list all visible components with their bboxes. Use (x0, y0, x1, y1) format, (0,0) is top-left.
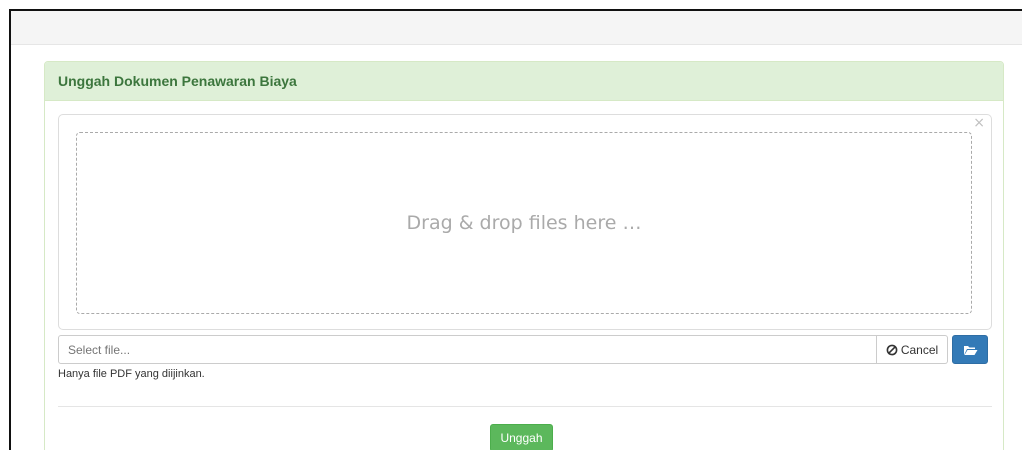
top-bar (11, 11, 1022, 45)
panel-title: Unggah Dokumen Penawaran Biaya (58, 73, 297, 89)
cancel-button-label: Cancel (900, 342, 939, 357)
divider (58, 406, 992, 407)
ban-icon (886, 344, 898, 355)
folder-open-icon (963, 345, 977, 355)
file-input-group: Cancel (58, 335, 988, 364)
browse-button[interactable] (952, 335, 988, 364)
upload-panel: Unggah Dokumen Penawaran Biaya × Drag & … (44, 61, 1004, 450)
upload-submit-button[interactable]: Unggah (490, 424, 553, 450)
frame-border-top (9, 9, 1022, 11)
frame-border-left (9, 9, 11, 450)
drop-zone-text: Drag & drop files here … (406, 212, 642, 234)
panel-heading: Unggah Dokumen Penawaran Biaya (45, 62, 1003, 101)
close-icon[interactable]: × (973, 116, 985, 130)
drop-zone[interactable]: Drag & drop files here … (76, 132, 972, 314)
cancel-button[interactable]: Cancel (877, 335, 948, 364)
file-caption-input[interactable] (58, 335, 877, 364)
file-preview-box: × Drag & drop files here … (58, 114, 992, 330)
file-type-help-text: Hanya file PDF yang diijinkan. (58, 368, 205, 380)
